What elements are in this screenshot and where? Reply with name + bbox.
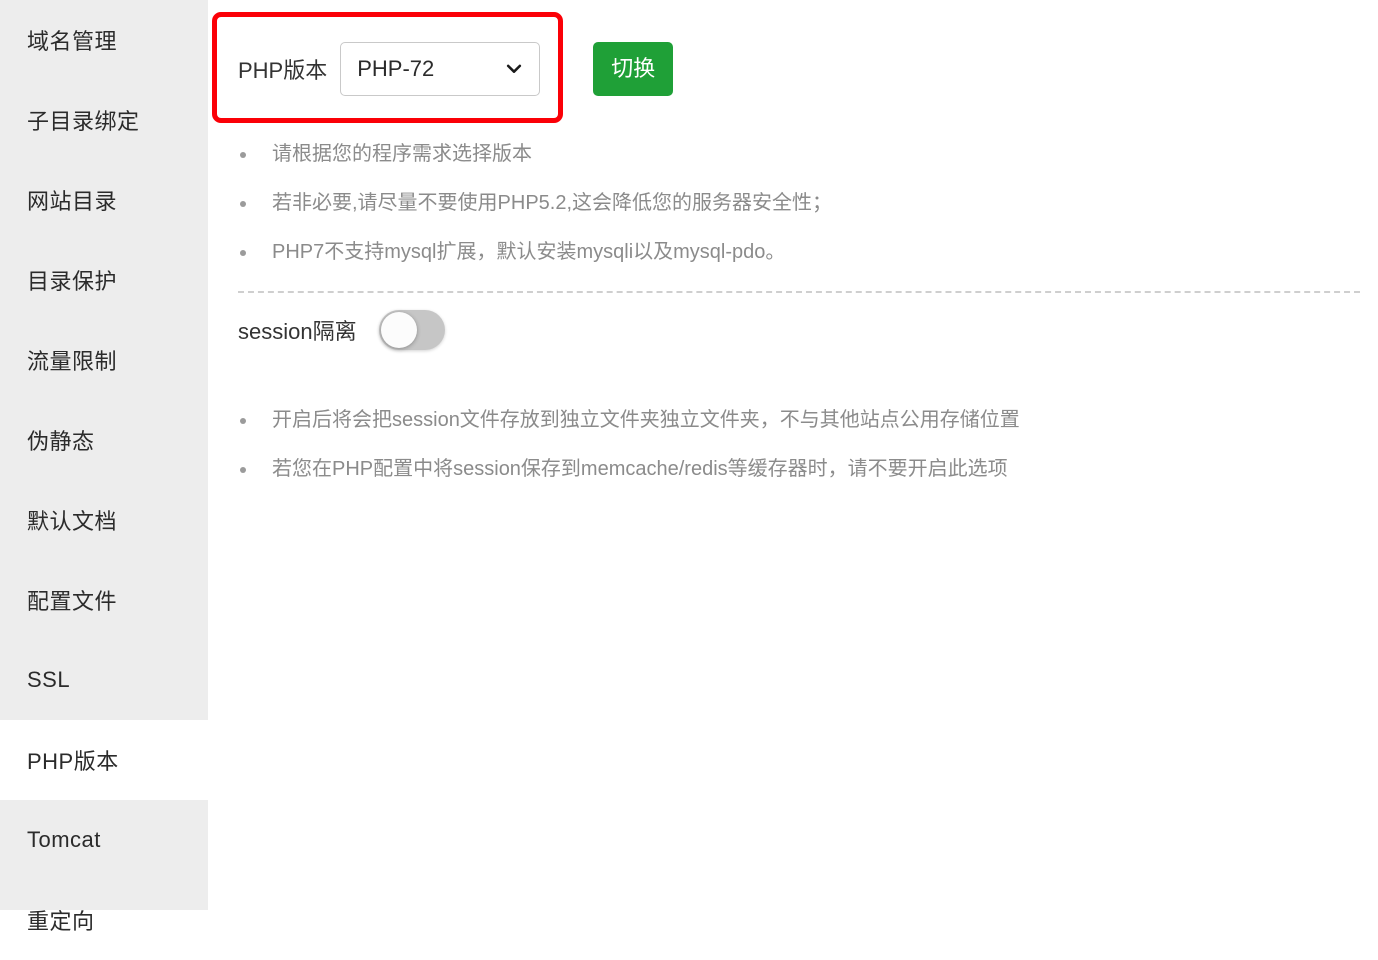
sidebar: 域名管理子目录绑定网站目录目录保护流量限制伪静态默认文档配置文件 SSL PHP版本… [0, 0, 208, 934]
php-version-label: PHP版本 [238, 58, 328, 83]
session-isolation-toggle[interactable] [378, 310, 445, 350]
sidebar-item-label: 子目录绑定 [27, 109, 140, 134]
sidebar-item[interactable]: 默认文档 [0, 480, 208, 560]
sidebar-item-label: SSL [27, 667, 71, 692]
section-divider [238, 291, 1360, 293]
sidebar-item[interactable]: Tomcat [0, 800, 208, 880]
toggle-knob [380, 312, 417, 348]
sidebar-item-label: 网站目录 [27, 189, 118, 214]
sidebar-item-label: Tomcat [27, 827, 101, 852]
note-item: 请根据您的程序需求选择版本 [240, 130, 832, 179]
sidebar-item[interactable]: 子目录绑定 [0, 80, 208, 160]
php-version-selected-value: PHP-72 [357, 56, 435, 81]
sidebar-item[interactable]: 目录保护 [0, 240, 208, 320]
sidebar-item-label: 流量限制 [27, 349, 118, 374]
sidebar-item-label: 伪静态 [27, 429, 95, 454]
php-version-notes: 请根据您的程序需求选择版本 若非必要,请尽量不要使用PHP5.2,这会降低您的服务… [240, 130, 832, 277]
sidebar-item-label: 域名管理 [27, 29, 118, 54]
sidebar-item[interactable]: 流量限制 [0, 320, 208, 400]
switch-php-version-button[interactable]: 切换 [593, 42, 674, 96]
sidebar-item[interactable]: PHP版本 [0, 720, 208, 800]
session-isolation-notes: 开启后将会把session文件存放到独立文件夹独立文件夹，不与其他站点公用存储位… [240, 396, 1020, 494]
note-item: 若您在PHP配置中将session保存到memcache/redis等缓存器时，… [240, 445, 1020, 494]
sidebar-item-label: 目录保护 [27, 269, 118, 294]
sidebar-item[interactable]: 伪静态 [0, 400, 208, 480]
php-version-select[interactable]: PHP-72 [340, 42, 541, 96]
note-item: PHP7不支持mysql扩展，默认安装mysqli以及mysql-pdo。 [240, 228, 832, 277]
sidebar-item-label: 重定向 [27, 909, 95, 934]
sidebar-item[interactable]: 域名管理 [0, 0, 208, 80]
sidebar-item-label: 配置文件 [27, 589, 118, 614]
sidebar-item[interactable]: 网站目录 [0, 160, 208, 240]
session-isolation-row: session隔离 [238, 310, 445, 350]
php-version-row: PHP版本 PHP-72 切换 [238, 42, 674, 96]
sidebar-item[interactable]: SSL [0, 640, 208, 720]
sidebar-item[interactable]: 配置文件 [0, 560, 208, 640]
sidebar-item-label: 默认文档 [27, 509, 118, 534]
note-item: 开启后将会把session文件存放到独立文件夹独立文件夹，不与其他站点公用存储位… [240, 396, 1020, 445]
sidebar-item-label: PHP版本 [27, 749, 119, 774]
note-item: 若非必要,请尽量不要使用PHP5.2,这会降低您的服务器安全性； [240, 179, 832, 228]
session-isolation-label: session隔离 [238, 319, 357, 344]
sidebar-item[interactable]: 重定向 [0, 880, 208, 960]
chevron-down-icon [507, 64, 522, 73]
main-content: PHP版本 PHP-72 切换 请根据您的程序需求选择版本 若非必要,请尽量不要使… [208, 0, 1378, 910]
